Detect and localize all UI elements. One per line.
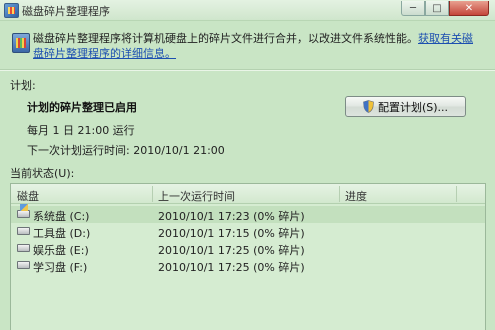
current-status-label: 当前状态(U): xyxy=(10,167,75,180)
window-title: 磁盘碎片整理程序 xyxy=(22,5,110,18)
list-header: 磁盘 上一次运行时间 进度 xyxy=(11,184,485,204)
column-separator[interactable] xyxy=(456,186,457,202)
minimize-button[interactable]: ─ xyxy=(401,1,425,16)
disk-name: 娱乐盘 (E:) xyxy=(33,244,89,257)
schedule-status: 计划的碎片整理已启用 xyxy=(27,101,137,114)
defrag-app-icon xyxy=(4,3,19,18)
schedule-label: 计划: xyxy=(10,79,36,92)
close-button[interactable]: ✕ xyxy=(449,1,489,16)
disk-name: 工具盘 (D:) xyxy=(33,227,91,240)
disk-row-e[interactable]: 娱乐盘 (E:) 2010/10/1 17:25 (0% 碎片) xyxy=(11,240,485,257)
column-disk[interactable]: 磁盘 xyxy=(17,188,39,204)
description: 磁盘碎片整理程序将计算机硬盘上的碎片文件进行合并，以改进文件系统性能。获取有关磁… xyxy=(33,31,483,61)
disk-list[interactable]: 磁盘 上一次运行时间 进度 系统盘 (C:) 2010/10/1 17:23 (… xyxy=(10,183,486,330)
description-text: 磁盘碎片整理程序将计算机硬盘上的碎片文件进行合并，以改进文件系统性能。 xyxy=(33,32,418,45)
column-progress[interactable]: 进度 xyxy=(345,188,367,204)
last-run-time: 2010/10/1 17:25 (0% 碎片) xyxy=(158,244,305,257)
last-run-time: 2010/10/1 17:25 (0% 碎片) xyxy=(158,261,305,274)
maximize-button[interactable]: □ xyxy=(425,1,449,16)
column-separator[interactable] xyxy=(339,186,340,202)
disk-name: 学习盘 (F:) xyxy=(33,261,88,274)
next-run-time: 下一次计划运行时间: 2010/10/1 21:00 xyxy=(27,144,225,157)
configure-schedule-button[interactable]: 配置计划(S)... xyxy=(345,96,466,117)
disk-row-c[interactable]: 系统盘 (C:) 2010/10/1 17:23 (0% 碎片) xyxy=(11,204,485,223)
system-drive-icon xyxy=(17,204,30,218)
configure-schedule-label: 配置计划(S)... xyxy=(377,100,449,114)
drive-icon xyxy=(17,261,30,269)
window-controls: ─ □ ✕ xyxy=(401,1,489,17)
last-run-time: 2010/10/1 17:15 (0% 碎片) xyxy=(158,227,305,240)
disk-row-f[interactable]: 学习盘 (F:) 2010/10/1 17:25 (0% 碎片) xyxy=(11,257,485,274)
column-separator[interactable] xyxy=(152,186,153,202)
drive-icon xyxy=(17,244,30,252)
divider xyxy=(0,69,495,71)
disk-row-d[interactable]: 工具盘 (D:) 2010/10/1 17:15 (0% 碎片) xyxy=(11,223,485,240)
column-last-run[interactable]: 上一次运行时间 xyxy=(158,188,235,204)
defrag-icon xyxy=(12,33,30,53)
last-run-time: 2010/10/1 17:23 (0% 碎片) xyxy=(158,210,305,223)
uac-shield-icon xyxy=(363,100,374,113)
title-bar[interactable]: 磁盘碎片整理程序 ─ □ ✕ xyxy=(0,0,495,21)
disk-name: 系统盘 (C:) xyxy=(33,210,90,223)
schedule-frequency: 每月 1 日 21:00 运行 xyxy=(27,124,135,137)
drive-icon xyxy=(17,227,30,235)
